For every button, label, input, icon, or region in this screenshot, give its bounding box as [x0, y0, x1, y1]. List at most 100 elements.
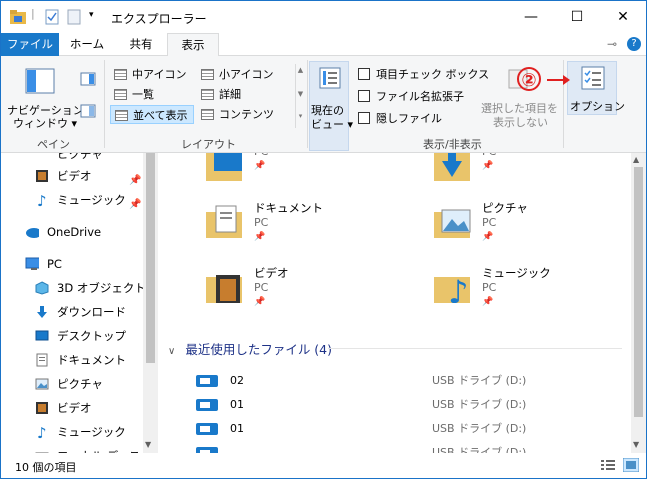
hidden-files-toggle[interactable]: 隠しファイル [358, 110, 488, 126]
picture-folder-icon [434, 209, 471, 238]
nav-item-videos[interactable]: ビデオ [1, 397, 143, 419]
help-icon[interactable]: ? [627, 37, 641, 51]
pane-group-label: ペイン [37, 138, 70, 151]
nav-item-desktop[interactable]: デスクトップ [1, 325, 143, 347]
svg-text:♪: ♪ [448, 273, 468, 303]
nav-scrollbar[interactable]: ▼ [143, 153, 158, 453]
recent-file-row[interactable]: 01 USB ドライブ (D:) [196, 393, 626, 417]
current-view-button[interactable]: 現在の ビュー ▾ [309, 61, 353, 151]
nav-item-downloads[interactable]: ダウンロード [1, 301, 143, 323]
tab-file[interactable]: ファイル [1, 33, 59, 56]
folder-tile-pictures[interactable]: ピクチャ PC 📌 [434, 200, 632, 260]
pin-icon: 📌 [254, 297, 266, 307]
item-checkbox[interactable] [358, 68, 370, 80]
nav-item-video-pinned[interactable]: ビデオ 📌 [1, 165, 143, 187]
video-icon [36, 402, 48, 414]
tab-view[interactable]: 表示 [167, 33, 219, 57]
item-checkbox-toggle[interactable]: 項目チェック ボックス [358, 66, 489, 82]
music-icon: ♪ [37, 424, 47, 442]
nav-item-documents[interactable]: ドキュメント [1, 349, 143, 371]
folder-tile-downloads[interactable]: PC 📌 [434, 153, 632, 205]
layout-small-icons[interactable]: 小アイコン [197, 65, 293, 84]
details-view-icon[interactable] [601, 459, 615, 471]
navigation-pane-label-2: ウィンドウ ▾ [13, 117, 78, 130]
nav-item-label: ミュージック [57, 193, 126, 207]
annotation-number: ② [517, 67, 541, 91]
tile-location: PC [254, 281, 269, 294]
music-icon: ♪ [37, 192, 47, 210]
navigation-pane-button[interactable]: ナビゲーション ウィンドウ ▾ [7, 62, 84, 130]
folder-tile-desktop[interactable]: PC 📌 [206, 153, 416, 205]
properties-icon[interactable] [45, 9, 59, 25]
content-pane: PC 📌 PC 📌 ドキュメント PC 📌 ピクチャ PC 📌 ビデオ PC [158, 153, 632, 453]
group-separator [307, 60, 308, 148]
pin-icon: 📌 [129, 199, 142, 210]
layout-content-label: コンテンツ [219, 108, 274, 121]
nav-item-3d-objects[interactable]: 3D オブジェクト [1, 277, 146, 299]
ribbon-pin-icon[interactable]: ⊸ [607, 37, 617, 51]
quick-access-dropdown-icon[interactable]: ▾ [89, 10, 94, 26]
tab-share[interactable]: 共有 [115, 33, 167, 56]
close-button[interactable]: ✕ [600, 1, 646, 33]
scroll-up-icon[interactable]: ▲ [633, 155, 639, 164]
status-bar: 10 個の項目 [1, 453, 646, 478]
file-extensions-label: ファイル名拡張子 [376, 90, 464, 103]
pin-icon: 📌 [254, 161, 266, 171]
nav-item-label: ダウンロード [57, 305, 126, 319]
pin-icon: 📌 [482, 232, 494, 242]
tab-home[interactable]: ホーム [59, 33, 115, 56]
layout-content[interactable]: コンテンツ [197, 105, 293, 124]
tile-location: PC [482, 153, 496, 158]
layout-details[interactable]: 詳細 [197, 85, 293, 104]
nav-item-label: ビデオ [57, 401, 92, 415]
maximize-button[interactable]: ☐ [554, 1, 600, 33]
large-icons-view-icon[interactable] [623, 458, 639, 472]
nav-item-partial[interactable]: ピクチャ [1, 153, 143, 165]
scroll-down-icon[interactable]: ▼ [633, 440, 639, 449]
folder-tile-documents[interactable]: ドキュメント PC 📌 [206, 200, 416, 260]
scroll-down-icon[interactable]: ▼ [145, 440, 151, 449]
nav-item-onedrive[interactable]: OneDrive [1, 221, 143, 243]
file-extensions-toggle[interactable]: ファイル名拡張子 [358, 88, 488, 104]
tile-name: ミュージック [482, 266, 551, 280]
recent-files-header[interactable]: ∨ 最近使用したファイル (4) [168, 339, 332, 358]
explorer-window: | ▾ エクスプローラー — ☐ ✕ ファイル ホーム 共有 表示 ⊸ ? ナビ… [0, 0, 647, 479]
nav-item-music[interactable]: ♪ ミュージック [1, 421, 143, 443]
preview-pane-icon[interactable] [80, 72, 96, 86]
layout-list[interactable]: 一覧 [110, 85, 194, 104]
nav-item-music-pinned[interactable]: ♪ ミュージック 📌 [1, 189, 143, 211]
tile-location: PC [254, 216, 269, 229]
options-button[interactable]: オプション [567, 61, 625, 115]
nav-item-label: PC [47, 257, 62, 271]
layout-medium-icons[interactable]: 中アイコン [110, 65, 194, 84]
nav-scrollbar-thumb[interactable] [146, 153, 155, 363]
nav-item-pc[interactable]: PC [1, 253, 143, 275]
nav-item-pictures[interactable]: ピクチャ [1, 373, 143, 395]
layout-tiles[interactable]: 並べて表示 [110, 105, 194, 124]
hidden-files-checkbox[interactable] [358, 112, 370, 124]
details-pane-icon[interactable] [80, 104, 96, 118]
tile-location: PC [482, 216, 497, 229]
usb-drive-file-icon [196, 375, 218, 387]
nav-item-local-disk[interactable]: ローカル ディスク (C [1, 445, 158, 453]
desktop-folder-icon [206, 153, 242, 181]
minimize-button[interactable]: — [508, 1, 554, 33]
content-scrollbar-thumb[interactable] [634, 167, 643, 417]
3d-objects-icon [35, 281, 49, 295]
folder-tile-videos[interactable]: ビデオ PC 📌 [206, 265, 416, 325]
options-label: オプション [570, 100, 625, 113]
layout-scroll[interactable]: ▲ ▼ ▾ [295, 64, 305, 128]
recent-file-row[interactable]: 01 USB ドライブ (D:) [196, 417, 626, 441]
recent-file-row[interactable]: 02 USB ドライブ (D:) [196, 369, 626, 393]
show-hide-group-label: 表示/非表示 [423, 138, 482, 151]
nav-item-label: ミュージック [57, 425, 126, 439]
annotation-arrow [547, 75, 570, 85]
recent-file-name: 01 [230, 422, 244, 435]
layout-details-label: 詳細 [219, 88, 241, 101]
ribbon: ナビゲーション ウィンドウ ▾ ペイン 中アイコン 小アイコン 一覧 詳細 並べ… [1, 56, 646, 153]
content-scrollbar[interactable]: ▲ ▼ [631, 153, 646, 453]
file-extensions-checkbox[interactable] [358, 90, 370, 102]
recent-file-row[interactable]: USB ドライブ (D:) [196, 441, 626, 453]
folder-tile-music[interactable]: ♪ ミュージック PC 📌 [434, 265, 632, 325]
new-folder-icon[interactable] [67, 9, 81, 25]
